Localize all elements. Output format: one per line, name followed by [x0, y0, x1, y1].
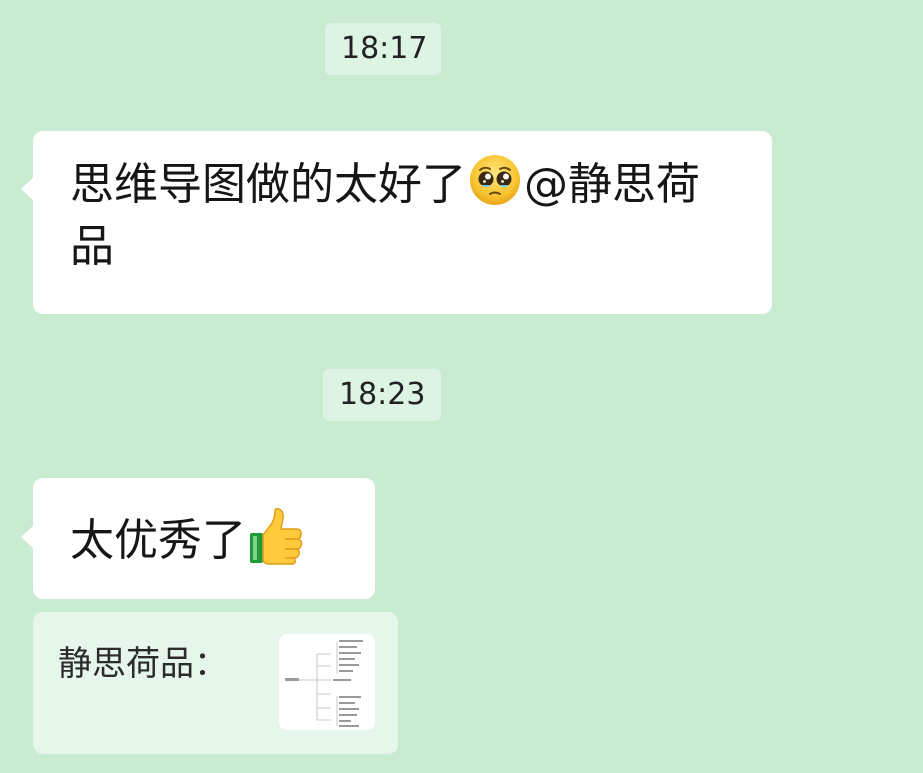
thumbs-up-icon [246, 508, 306, 566]
pleading-face-icon [466, 155, 524, 210]
message-bubble[interactable]: 太优秀了 [21, 478, 375, 599]
bubble-tail [21, 177, 34, 201]
message-text-part: 太优秀了 [70, 515, 246, 566]
message-text: 太优秀了 [70, 507, 355, 572]
timestamp: 18:17 [325, 23, 441, 75]
message-text: 思维导图做的太好了 @静思荷品 [70, 153, 702, 278]
quote-sender-label: 静思荷品： [58, 644, 228, 684]
mind-map-thumbnail[interactable] [279, 634, 375, 730]
chat-area: 18:17 思维导图做的太好了 @静思荷品 18:23 太优秀了 静思荷品： [0, 0, 923, 773]
timestamp: 18:23 [323, 369, 441, 421]
message-bubble[interactable]: 思维导图做的太好了 @静思荷品 [21, 131, 772, 314]
message-text-part: 思维导图做的太好了 [70, 159, 466, 210]
quoted-message[interactable]: 静思荷品： [33, 612, 398, 754]
bubble-tail [21, 525, 34, 549]
